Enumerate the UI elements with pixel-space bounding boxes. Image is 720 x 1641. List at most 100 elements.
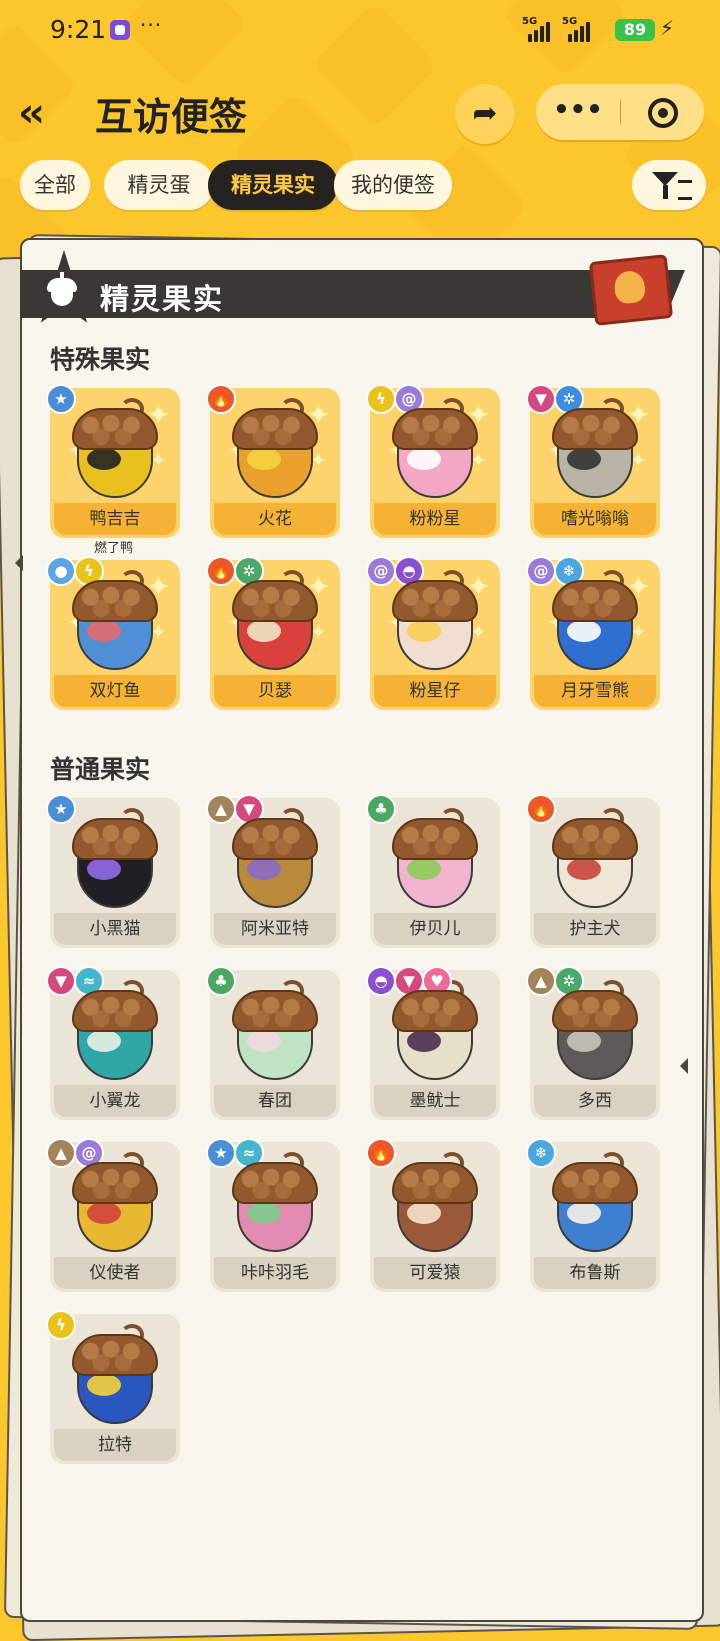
acorn-fruit-image [232, 394, 318, 502]
fruit-card-item[interactable]: 🔥 护主犬 [526, 794, 660, 948]
back-button[interactable]: ‹‹ [18, 88, 70, 138]
filter-button[interactable] [632, 160, 706, 210]
fruit-name: 多西 [534, 1085, 656, 1117]
fruit-name: 火花 [214, 503, 336, 535]
fruit-card-item[interactable]: ♣ 伊贝儿 [366, 794, 500, 948]
demon-icon: ▼ [46, 966, 76, 996]
mini-program-capsule: ••• [536, 84, 704, 140]
paper-edge-mark [15, 555, 23, 571]
fruit-card-item[interactable]: ▼ ≈ 小翼龙 [46, 966, 180, 1120]
fruit-card-item[interactable]: ✦✦✦★鸭吉吉 [46, 384, 180, 538]
fruit-name: 阿米亚特 [214, 913, 336, 945]
fruit-card-item[interactable]: ★ ≈ 咔咔羽毛 [206, 1138, 340, 1292]
swirl-icon: @ [526, 556, 556, 586]
acorn-fruit-image [552, 804, 638, 912]
fruit-card-item[interactable]: ✦✦✦●ϟ双灯鱼 [46, 556, 180, 710]
fruit-name: 春团 [214, 1085, 336, 1117]
mountain-icon: ▲ [206, 794, 236, 824]
charging-icon: ⚡ [660, 16, 675, 40]
fruit-name: 粉星仔 [374, 675, 496, 707]
fruit-card-item[interactable]: ▲ @ 仪使者 [46, 1138, 180, 1292]
fruit-name: 鸭吉吉 [54, 503, 176, 535]
acorn-fruit-image [552, 1148, 638, 1256]
fruit-name: 小黑猫 [54, 913, 176, 945]
acorn-fruit-image [72, 804, 158, 912]
signal-icon-2: 5G [562, 16, 598, 42]
fruit-name: 双灯鱼 [54, 675, 176, 707]
paper-edge-mark [680, 1058, 688, 1074]
close-target-button[interactable] [620, 84, 704, 140]
acorn-fruit-image [392, 1148, 478, 1256]
fruit-note: 燃了鸭 [94, 541, 134, 556]
fruit-card-item[interactable]: ✦✦✦▼✲嗜光嗡嗡 [526, 384, 660, 538]
swirl-icon: @ [366, 556, 396, 586]
share-button[interactable]: ➦ [455, 84, 515, 144]
battery-indicator: 89 [615, 19, 655, 41]
tab-all[interactable]: 全部 [20, 160, 90, 210]
mountain-icon: ▲ [46, 1138, 76, 1168]
leaf-icon: ♣ [206, 966, 236, 996]
tab-spirit-egg[interactable]: 精灵蛋 [104, 160, 214, 210]
demon-icon: ▼ [526, 384, 556, 414]
fruit-card-item[interactable]: ✦✦✦@❄月牙雪熊 [526, 556, 660, 710]
fire-icon: 🔥 [206, 556, 236, 586]
fruit-name: 伊贝儿 [374, 913, 496, 945]
acorn-fruit-image [392, 804, 478, 912]
star-icon: ★ [46, 794, 76, 824]
fruit-name: 贝瑟 [214, 675, 336, 707]
section-title-normal: 普通果实 [50, 755, 151, 784]
fruit-card-item[interactable]: ✦✦✦@◓粉星仔 [366, 556, 500, 710]
fire-icon: 🔥 [526, 794, 556, 824]
double-chevron-left-icon: ‹‹ [18, 90, 45, 136]
tab-my-notes[interactable]: 我的便签 [334, 160, 452, 210]
fruit-card-item[interactable]: ◓ ▼ ♥ 墨鱿士 [366, 966, 500, 1120]
fruit-card-item[interactable]: ❄ 布鲁斯 [526, 1138, 660, 1292]
fire-icon: 🔥 [366, 1138, 396, 1168]
fruit-name: 小翼龙 [54, 1085, 176, 1117]
share-arrow-icon: ➦ [472, 96, 498, 131]
lightning-icon: ϟ [46, 1310, 76, 1340]
tab-spirit-fruit[interactable]: 精灵果实 [208, 160, 338, 210]
fruit-card-item[interactable]: 🔥 可爱猿 [366, 1138, 500, 1292]
water-icon: ● [46, 556, 76, 586]
section-title-special: 特殊果实 [50, 345, 151, 374]
snowflake-icon: ❄ [526, 1138, 556, 1168]
fruit-name: 可爱猿 [374, 1257, 496, 1289]
fruit-name: 月牙雪熊 [534, 675, 656, 707]
fruit-name: 护主犬 [534, 913, 656, 945]
status-time: 9:21 [50, 15, 107, 44]
ghost-icon: ◓ [366, 966, 396, 996]
fruit-name: 拉特 [54, 1429, 176, 1461]
acorn-icon [47, 272, 77, 306]
star-icon: ★ [46, 384, 76, 414]
fruit-card-item[interactable]: ✦✦✦🔥✲贝瑟 [206, 556, 340, 710]
fruit-name: 粉粉星 [374, 503, 496, 535]
app-notification-icon [110, 20, 130, 40]
fruit-card-item[interactable]: ★ 小黑猫 [46, 794, 180, 948]
fruit-card-item[interactable]: ▲ ✲ 多西 [526, 966, 660, 1120]
fruit-name: 咔咔羽毛 [214, 1257, 336, 1289]
stamp-icon [588, 254, 674, 326]
fruit-card-item[interactable]: ✦✦✦ϟ@粉粉星 [366, 384, 500, 538]
fruit-name: 布鲁斯 [534, 1257, 656, 1289]
fruit-name: 墨鱿士 [374, 1085, 496, 1117]
filter-icon [678, 180, 692, 200]
card-title: 精灵果实 [100, 282, 225, 316]
lightning-icon: ϟ [366, 384, 396, 414]
status-bar: 9:21 ··· 5G 5G 89 ⚡ [0, 0, 720, 60]
signal-icon: 5G [522, 16, 558, 42]
fruit-card-item[interactable]: ϟ 拉特 [46, 1310, 180, 1464]
fruit-card-item[interactable]: ♣ 春团 [206, 966, 340, 1120]
fruit-card-item[interactable]: ▲ ▼ 阿米亚特 [206, 794, 340, 948]
more-button[interactable]: ••• [536, 84, 620, 140]
star-icon: ★ [206, 1138, 236, 1168]
fruit-card-item[interactable]: ✦✦✦🔥火花 [206, 384, 340, 538]
acorn-fruit-image [72, 1320, 158, 1428]
leaf-icon: ♣ [366, 794, 396, 824]
acorn-fruit-image [232, 976, 318, 1084]
acorn-fruit-image [72, 394, 158, 502]
fruit-name: 仪使者 [54, 1257, 176, 1289]
page-title: 互访便签 [95, 95, 248, 139]
mountain-icon: ▲ [526, 966, 556, 996]
status-more: ··· [140, 13, 163, 37]
